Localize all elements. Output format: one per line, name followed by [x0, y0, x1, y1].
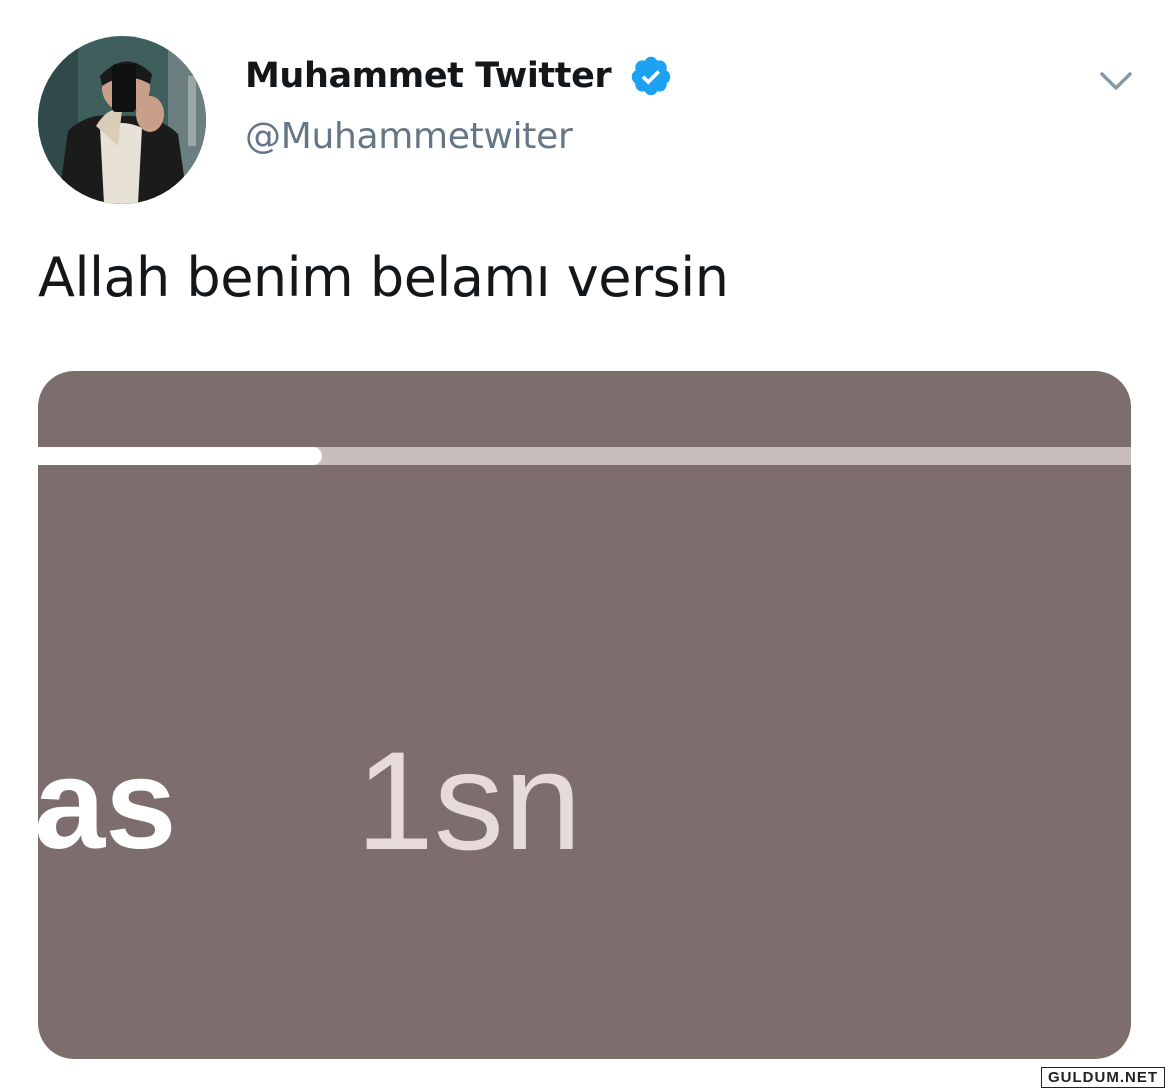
story-username-fragment: as: [38, 733, 177, 876]
author-handle[interactable]: @Muhammetwiter: [245, 116, 573, 157]
author-name-row: Muhammet Twitter: [245, 52, 673, 100]
verified-badge-icon: [629, 54, 673, 98]
story-progress-track: [38, 447, 1131, 465]
tweet-media-image[interactable]: as 1sn: [38, 371, 1131, 1059]
story-timestamp: 1sn: [356, 722, 582, 879]
tweet-text: Allah benim belamı versin: [38, 246, 729, 309]
avatar[interactable]: [38, 36, 206, 204]
watermark-logo: GULDUM.NET: [1041, 1067, 1165, 1088]
tweet-card: Muhammet Twitter @Muhammetwiter Allah be…: [0, 0, 1169, 1092]
story-progress-fill: [38, 447, 323, 465]
chevron-down-icon[interactable]: [1098, 66, 1134, 96]
avatar-photo: [38, 36, 206, 204]
author-display-name[interactable]: Muhammet Twitter: [245, 56, 612, 96]
